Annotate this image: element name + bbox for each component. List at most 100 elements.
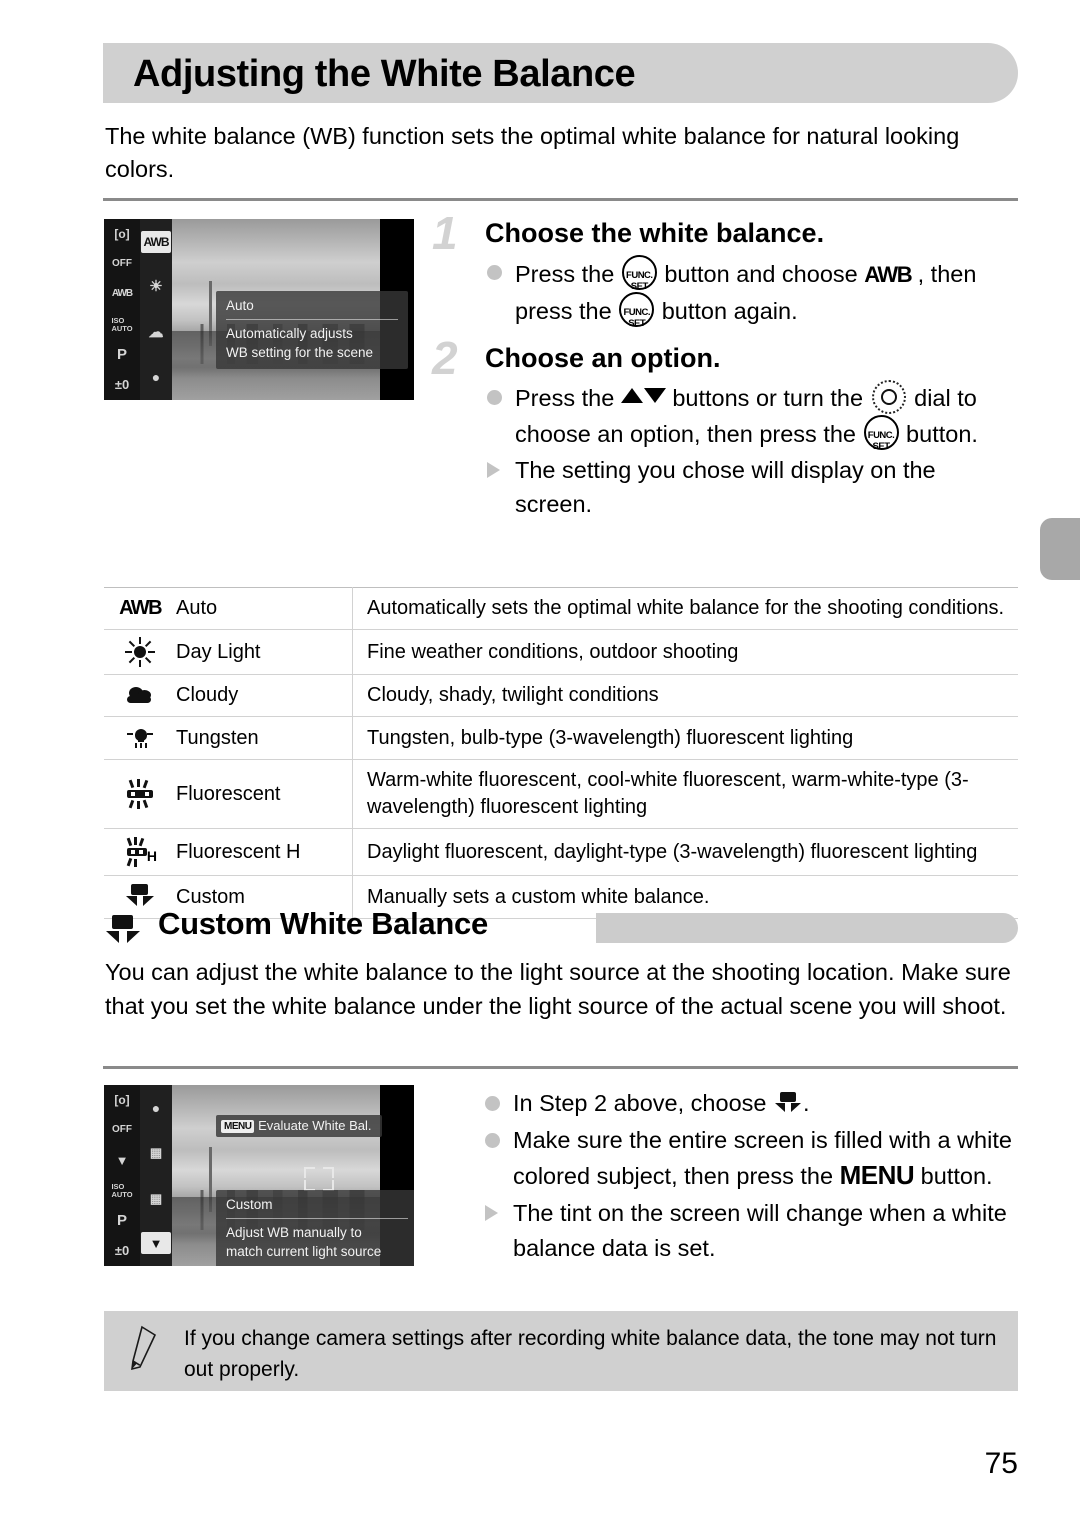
option-custom-selected[interactable]: ▼ bbox=[141, 1232, 171, 1255]
custom-bullet-3: The tint on the screen will change when … bbox=[483, 1196, 1018, 1266]
row-icon-cell bbox=[104, 674, 168, 717]
custom-bullet-2: Make sure the entire screen is filled wi… bbox=[483, 1123, 1018, 1194]
divider-top bbox=[103, 198, 1018, 201]
camera-panel-title-step1: Auto bbox=[226, 296, 398, 320]
table-row: Tungsten Tungsten, bulb-type (3-waveleng… bbox=[104, 716, 1018, 760]
step-2-bullet-1: Press the buttons or turn the dial to ch… bbox=[485, 380, 1018, 452]
custom-wb-icon bbox=[126, 883, 154, 909]
row-name-cell: Fluorescent bbox=[168, 759, 353, 829]
section-custom-wb-paragraph: You can adjust the white balance to the … bbox=[105, 959, 1011, 1019]
camera-info-panel-custom: Custom Adjust WB manually to match curre… bbox=[216, 1190, 414, 1266]
table-row: Fluorescent Warm-white fluorescent, cool… bbox=[104, 759, 1018, 829]
camera-panel-line2-step1: WB setting for the scene bbox=[226, 345, 374, 360]
row-icon-cell bbox=[104, 716, 168, 760]
iso-auto-icon: ISO AUTO bbox=[111, 315, 133, 333]
custom-wb-icon bbox=[775, 1092, 801, 1116]
table-row: Cloudy Cloudy, shady, twilight condition… bbox=[104, 674, 1018, 717]
camera-left-strip-options: AWB ☀ ☁ ● bbox=[140, 219, 172, 400]
table-row: H Fluorescent H Daylight fluorescent, da… bbox=[104, 828, 1018, 876]
step-2-heading: Choose an option. bbox=[485, 343, 721, 373]
row-icon-cell bbox=[104, 629, 168, 675]
divider-middle bbox=[103, 1066, 1018, 1069]
camera-panel-line2-custom: match current light source bbox=[226, 1244, 382, 1259]
camera-panel-line1-step1: Automatically adjusts bbox=[226, 326, 353, 341]
camera-panel-line1-custom: Adjust WB manually to bbox=[226, 1225, 362, 1240]
text-run: Press the bbox=[515, 261, 621, 287]
func-set-button-icon: FUNC. SET bbox=[621, 255, 657, 292]
control-dial-icon bbox=[871, 380, 906, 414]
camera-left-strip-primary: [o] OFF ▼ ISO AUTO P ±0 bbox=[104, 1085, 140, 1266]
intro-paragraph: The white balance (WB) function sets the… bbox=[105, 123, 960, 182]
down-arrow-icon bbox=[643, 388, 666, 403]
step-2-bullet-2: The setting you chose will display on th… bbox=[485, 453, 1018, 521]
custom-wb-icon-primary: ▼ bbox=[115, 1152, 129, 1168]
row-desc-cell: Daylight fluorescent, daylight-type (3-w… bbox=[352, 828, 1018, 876]
table-row: Day Light Fine weather conditions, outdo… bbox=[104, 629, 1018, 675]
option-tungsten-icon[interactable]: ● bbox=[141, 366, 171, 388]
page-edge-tab bbox=[1040, 518, 1080, 580]
mode-p-icon: P bbox=[116, 346, 127, 364]
row-icon-cell: AWB bbox=[104, 587, 168, 630]
text-run: Press the bbox=[515, 385, 621, 411]
tower-silhouette bbox=[209, 280, 213, 346]
up-arrow-icon bbox=[620, 388, 643, 403]
option-fluorescent-icon[interactable]: ▦ bbox=[141, 1142, 171, 1164]
func-set-button-icon: FUNC. SET bbox=[619, 292, 655, 329]
page-title: Adjusting the White Balance bbox=[133, 53, 636, 95]
note-box: If you change camera settings after reco… bbox=[104, 1311, 1018, 1391]
camera-screen-custom: [o] OFF ▼ ISO AUTO P ±0 ● ▦ ▦ ▼ MENU Eval… bbox=[104, 1085, 414, 1266]
text-run: button again. bbox=[655, 298, 798, 324]
camera-left-strip-primary: [o] OFF AWB ISO AUTO P ±0 bbox=[104, 219, 140, 400]
camera-menu-hint-pill: MENU Evaluate White Bal. bbox=[216, 1115, 382, 1137]
bullet-dot-icon bbox=[485, 1096, 500, 1111]
text-run: The setting you chose will display on th… bbox=[515, 457, 936, 517]
note-text: If you change camera settings after reco… bbox=[184, 1327, 997, 1381]
text-run: buttons or turn the bbox=[665, 385, 870, 411]
flash-off-icon: OFF bbox=[112, 258, 132, 270]
section-custom-wb-icon-wrap bbox=[106, 915, 140, 947]
awb-icon-primary: AWB bbox=[111, 288, 133, 300]
option-awb-selected[interactable]: AWB bbox=[141, 230, 171, 253]
step-1-heading-row: 1 Choose the white balance. bbox=[432, 210, 1018, 256]
custom-bullet-1: In Step 2 above, choose . bbox=[483, 1086, 1018, 1121]
row-desc-cell: Tungsten, bulb-type (3-wavelength) fluor… bbox=[352, 716, 1018, 760]
af-frame-icon: [o] bbox=[114, 227, 130, 242]
fluorescent-h-icon: H bbox=[124, 836, 157, 868]
option-daylight-icon[interactable]: ☀ bbox=[141, 276, 171, 298]
step-2-number: 2 bbox=[432, 332, 458, 384]
camera-left-strip-options: ● ▦ ▦ ▼ bbox=[140, 1085, 172, 1266]
camera-info-panel-step1: Auto Automatically adjusts WB setting fo… bbox=[216, 291, 408, 369]
step-1-heading: Choose the white balance. bbox=[485, 218, 825, 248]
bullet-triangle-icon bbox=[487, 462, 500, 478]
table-row: AWB Auto Automatically sets the optimal … bbox=[104, 587, 1018, 630]
option-cloudy-icon[interactable]: ☁ bbox=[141, 321, 171, 343]
step-1-bullet-1: Press the FUNC. SET button and choose AWB… bbox=[485, 255, 1018, 329]
menu-button-icon: MENU bbox=[839, 1160, 915, 1190]
row-name-cell: Day Light bbox=[168, 629, 353, 675]
pencil-icon bbox=[131, 1325, 157, 1371]
daylight-icon bbox=[125, 637, 155, 667]
row-desc-cell: Warm-white fluorescent, cool-white fluor… bbox=[352, 759, 1018, 829]
row-icon-cell bbox=[104, 759, 168, 829]
text-run: In Step 2 above, choose bbox=[513, 1090, 773, 1116]
flash-off-icon: OFF bbox=[112, 1124, 132, 1136]
text-run: The tint on the screen will change when … bbox=[513, 1200, 1007, 1261]
custom-wb-icon bbox=[106, 915, 140, 947]
af-frame-overlay bbox=[304, 1167, 334, 1191]
exposure-comp-icon: ±0 bbox=[114, 377, 130, 393]
row-name-cell: Cloudy bbox=[168, 674, 353, 717]
camera-panel-title-custom: Custom bbox=[226, 1195, 408, 1219]
row-name-cell: Auto bbox=[168, 587, 353, 630]
option-fluorescent-h-icon[interactable]: ▦ bbox=[141, 1187, 171, 1209]
tower-silhouette bbox=[209, 1146, 213, 1212]
func-set-button-icon: FUNC. SET bbox=[863, 415, 899, 452]
row-desc-cell: Automatically sets the optimal white bal… bbox=[352, 587, 1018, 630]
text-run: . bbox=[803, 1090, 810, 1116]
text-run: button and choose bbox=[657, 261, 865, 287]
menu-button-glyph: MENU bbox=[221, 1120, 255, 1133]
option-tungsten-icon[interactable]: ● bbox=[141, 1097, 171, 1119]
row-icon-cell: H bbox=[104, 828, 168, 876]
tungsten-icon bbox=[125, 724, 155, 750]
text-run: button. bbox=[899, 421, 978, 447]
row-name-cell: Tungsten bbox=[168, 716, 353, 760]
